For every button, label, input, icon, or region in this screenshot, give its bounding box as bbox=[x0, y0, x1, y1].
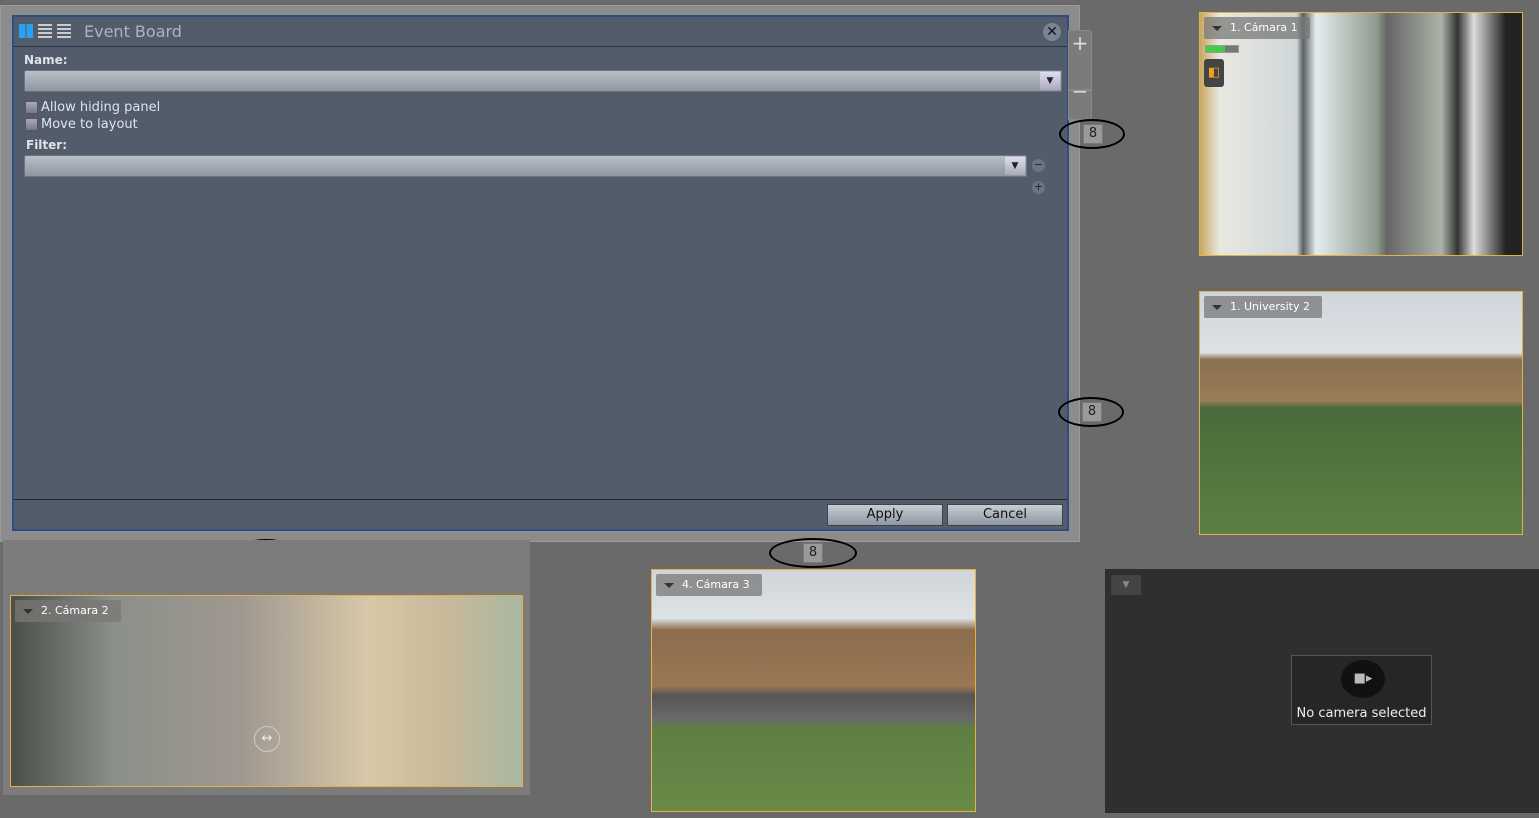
chevron-down-icon[interactable]: ▼ bbox=[1040, 72, 1060, 90]
menu-dropdown-icon[interactable]: ▼ bbox=[1111, 575, 1141, 595]
list-view-icon[interactable] bbox=[38, 24, 52, 38]
signal-bar bbox=[1205, 45, 1239, 53]
link-icon: 8 bbox=[1082, 402, 1102, 422]
filter-combo[interactable]: ▼ bbox=[24, 155, 1027, 177]
camera-tile-4[interactable]: 4. Cámara 3 bbox=[651, 569, 976, 812]
move-layout-label: Move to layout bbox=[41, 117, 138, 132]
camera-label: 4. Cámara 3 bbox=[656, 574, 762, 596]
remove-filter-icon[interactable]: − bbox=[1032, 159, 1045, 172]
name-label: Name: bbox=[24, 53, 68, 67]
record-icon[interactable]: ◧ bbox=[1204, 59, 1224, 87]
divider bbox=[14, 499, 1067, 500]
camera-label: 1. University 2 bbox=[1204, 296, 1322, 318]
close-icon[interactable]: ✕ bbox=[1043, 23, 1061, 41]
filter-label: Filter: bbox=[26, 138, 68, 152]
link-icon: 8 bbox=[1083, 124, 1103, 144]
camera-icon: ■▸ bbox=[1341, 660, 1385, 698]
add-filter-icon[interactable]: + bbox=[1032, 181, 1045, 194]
allow-hiding-label: Allow hiding panel bbox=[41, 100, 161, 115]
name-combo[interactable]: ▼ bbox=[24, 70, 1062, 92]
camera-tile-1[interactable]: 1. Cámara 1 ◧ bbox=[1199, 12, 1523, 256]
cancel-button[interactable]: Cancel bbox=[947, 504, 1063, 526]
dialog-title: Event Board bbox=[84, 22, 182, 41]
allow-hiding-checkbox[interactable] bbox=[25, 101, 38, 114]
title-bar: Event Board ✕ bbox=[14, 17, 1067, 47]
event-board-dialog: Event Board ✕ Name: ▼ Allow hiding panel… bbox=[12, 15, 1069, 531]
link-handle[interactable]: 8 bbox=[1059, 119, 1125, 149]
detail-view-icon[interactable] bbox=[57, 24, 71, 38]
grid-view-icon[interactable] bbox=[19, 24, 33, 38]
camera-label: 2. Cámara 2 bbox=[15, 600, 121, 622]
camera-tile-2[interactable]: 1. University 2 bbox=[1199, 291, 1523, 535]
camera-label: 1. Cámara 1 bbox=[1204, 17, 1310, 39]
chevron-down-icon[interactable]: ▼ bbox=[1005, 157, 1025, 175]
link-handle[interactable]: 8 bbox=[1058, 397, 1124, 427]
zoom-out-button[interactable]: − bbox=[1068, 81, 1092, 120]
move-layout-checkbox[interactable] bbox=[25, 118, 38, 131]
link-handle[interactable]: 8 bbox=[769, 538, 857, 568]
ptz-icon[interactable]: ↔ bbox=[254, 726, 280, 752]
link-icon: 8 bbox=[803, 543, 823, 563]
camera-tile-3[interactable]: 2. Cámara 2 ↔ bbox=[10, 595, 523, 787]
no-camera-box: ■▸ No camera selected bbox=[1291, 655, 1432, 725]
no-camera-text: No camera selected bbox=[1296, 706, 1427, 721]
apply-button[interactable]: Apply bbox=[827, 504, 943, 526]
empty-camera-tile[interactable]: ▼ ■▸ No camera selected bbox=[1105, 569, 1539, 813]
